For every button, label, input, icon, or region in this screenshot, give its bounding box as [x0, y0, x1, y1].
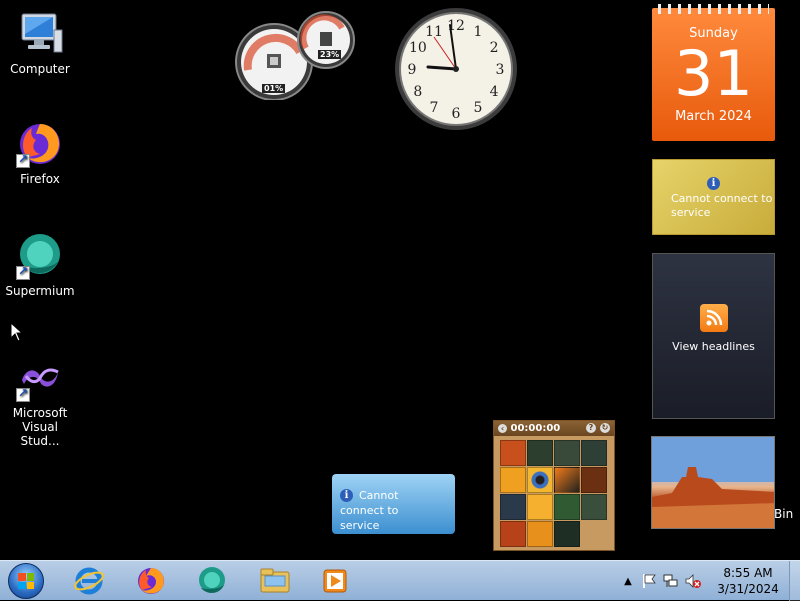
recycle-bin-label-partial: Bin — [774, 507, 794, 521]
computer-icon — [16, 10, 64, 58]
volume-muted-icon[interactable] — [684, 572, 702, 590]
view-headlines-link[interactable]: View headlines — [653, 340, 774, 353]
supermium-icon — [16, 232, 64, 280]
calendar-binding — [658, 4, 769, 14]
windows-logo-icon — [18, 573, 34, 589]
puzzle-tile[interactable] — [554, 521, 580, 547]
memory-usage-readout: 23% — [318, 50, 342, 59]
desktop-icon-supermium[interactable]: Supermium — [2, 232, 78, 298]
picture-puzzle-gadget[interactable]: ‹ 00:00:00 ? ↻ — [493, 420, 615, 551]
puzzle-back-icon[interactable]: ‹ — [498, 424, 507, 433]
calendar-gadget[interactable]: Sunday 31 March 2024 — [652, 4, 775, 141]
desktop-icon-label: Computer — [10, 62, 70, 76]
shortcut-arrow-icon — [16, 152, 30, 168]
shortcut-arrow-icon — [16, 264, 30, 280]
desktop-icon-label: Firefox — [20, 172, 60, 186]
puzzle-tile[interactable] — [554, 494, 580, 520]
cpu-meter-gadget[interactable]: 01% 23% — [234, 10, 358, 101]
puzzle-tile[interactable] — [527, 467, 553, 493]
firefox-icon — [138, 568, 164, 594]
clock-numeral: 1 — [474, 24, 483, 40]
calendar-month-year: March 2024 — [675, 109, 752, 124]
clock-numeral: 10 — [409, 40, 427, 56]
clock-numeral: 6 — [452, 106, 461, 122]
media-player-icon — [323, 569, 347, 593]
desktop-icon-label: Microsoft Visual Stud... — [12, 406, 68, 448]
taskbar: ▲ 8:55 AM 3/31/2024 — [0, 560, 800, 601]
taskbar-file-explorer[interactable] — [252, 564, 298, 598]
puzzle-tile[interactable] — [500, 494, 526, 520]
desert-landscape-photo — [652, 437, 774, 528]
system-tray: ▲ — [620, 561, 702, 601]
info-icon: i — [340, 489, 353, 502]
puzzle-grid[interactable] — [500, 440, 614, 547]
clock-numeral: 5 — [474, 100, 483, 116]
clock-gadget[interactable]: 12 1 2 3 4 5 6 7 8 9 10 11 — [394, 7, 518, 131]
puzzle-tile[interactable] — [500, 521, 526, 547]
internet-explorer-icon — [74, 567, 104, 595]
desktop-icon-visual-studio[interactable]: Microsoft Visual Stud... — [2, 354, 78, 448]
weather-gadget[interactable]: i Cannot connect to service — [652, 159, 775, 235]
weather-error-message: Cannot connect to service — [671, 192, 773, 219]
puzzle-tile[interactable] — [581, 521, 607, 547]
desktop-icon-computer[interactable]: Computer — [2, 10, 78, 76]
puzzle-tile[interactable] — [581, 440, 607, 466]
puzzle-tile[interactable] — [527, 494, 553, 520]
currency-gadget[interactable]: i Cannot connect to service — [332, 474, 455, 534]
info-icon: i — [707, 177, 720, 190]
puzzle-tile[interactable] — [500, 440, 526, 466]
mouse-cursor-icon — [10, 322, 22, 342]
currency-error-message: Cannot connect to service — [340, 489, 399, 532]
puzzle-tile[interactable] — [527, 440, 553, 466]
puzzle-tile[interactable] — [500, 467, 526, 493]
rss-icon — [699, 304, 728, 332]
taskbar-clock[interactable]: 8:55 AM 3/31/2024 — [710, 565, 786, 597]
clock-numeral: 7 — [430, 100, 439, 116]
start-button[interactable] — [8, 563, 44, 599]
clock-numeral: 8 — [413, 84, 422, 100]
shortcut-arrow-icon — [16, 386, 30, 402]
desktop-icon-firefox[interactable]: Firefox — [2, 120, 78, 186]
puzzle-toolbar: ‹ 00:00:00 ? ↻ — [494, 421, 614, 436]
visual-studio-icon — [16, 354, 64, 402]
puzzle-tile[interactable] — [527, 521, 553, 547]
puzzle-timer: 00:00:00 — [510, 423, 561, 434]
puzzle-shuffle-icon[interactable]: ↻ — [600, 423, 610, 433]
puzzle-help-icon[interactable]: ? — [586, 423, 596, 433]
taskbar-firefox[interactable] — [128, 564, 174, 598]
clock-numeral: 3 — [496, 62, 505, 78]
firefox-icon — [16, 120, 64, 168]
feed-headlines-gadget[interactable]: View headlines — [652, 253, 775, 419]
puzzle-tile[interactable] — [554, 467, 580, 493]
file-explorer-icon — [260, 568, 290, 593]
clock-numeral: 2 — [490, 40, 499, 56]
cpu-usage-readout: 01% — [262, 84, 286, 93]
taskbar-time: 8:55 AM — [723, 566, 773, 580]
puzzle-tile[interactable] — [581, 494, 607, 520]
taskbar-supermium[interactable] — [189, 564, 235, 598]
clock-numeral: 4 — [490, 84, 499, 100]
network-icon[interactable] — [662, 572, 680, 590]
taskbar-date: 3/31/2024 — [717, 582, 779, 596]
clock-hour-hand — [426, 65, 458, 71]
show-desktop-button[interactable] — [789, 561, 800, 601]
taskbar-media-player[interactable] — [312, 564, 358, 598]
show-hidden-icons-arrow[interactable]: ▲ — [620, 576, 636, 587]
taskbar-internet-explorer[interactable] — [66, 564, 112, 598]
desktop-icon-label: Supermium — [5, 284, 75, 298]
action-center-flag-icon[interactable] — [640, 572, 658, 590]
clock-numeral: 9 — [408, 62, 417, 78]
puzzle-tile[interactable] — [554, 440, 580, 466]
puzzle-tile[interactable] — [581, 467, 607, 493]
calendar-day-number: 31 — [674, 37, 753, 110]
slideshow-gadget[interactable] — [651, 436, 775, 529]
supermium-icon — [199, 567, 225, 593]
